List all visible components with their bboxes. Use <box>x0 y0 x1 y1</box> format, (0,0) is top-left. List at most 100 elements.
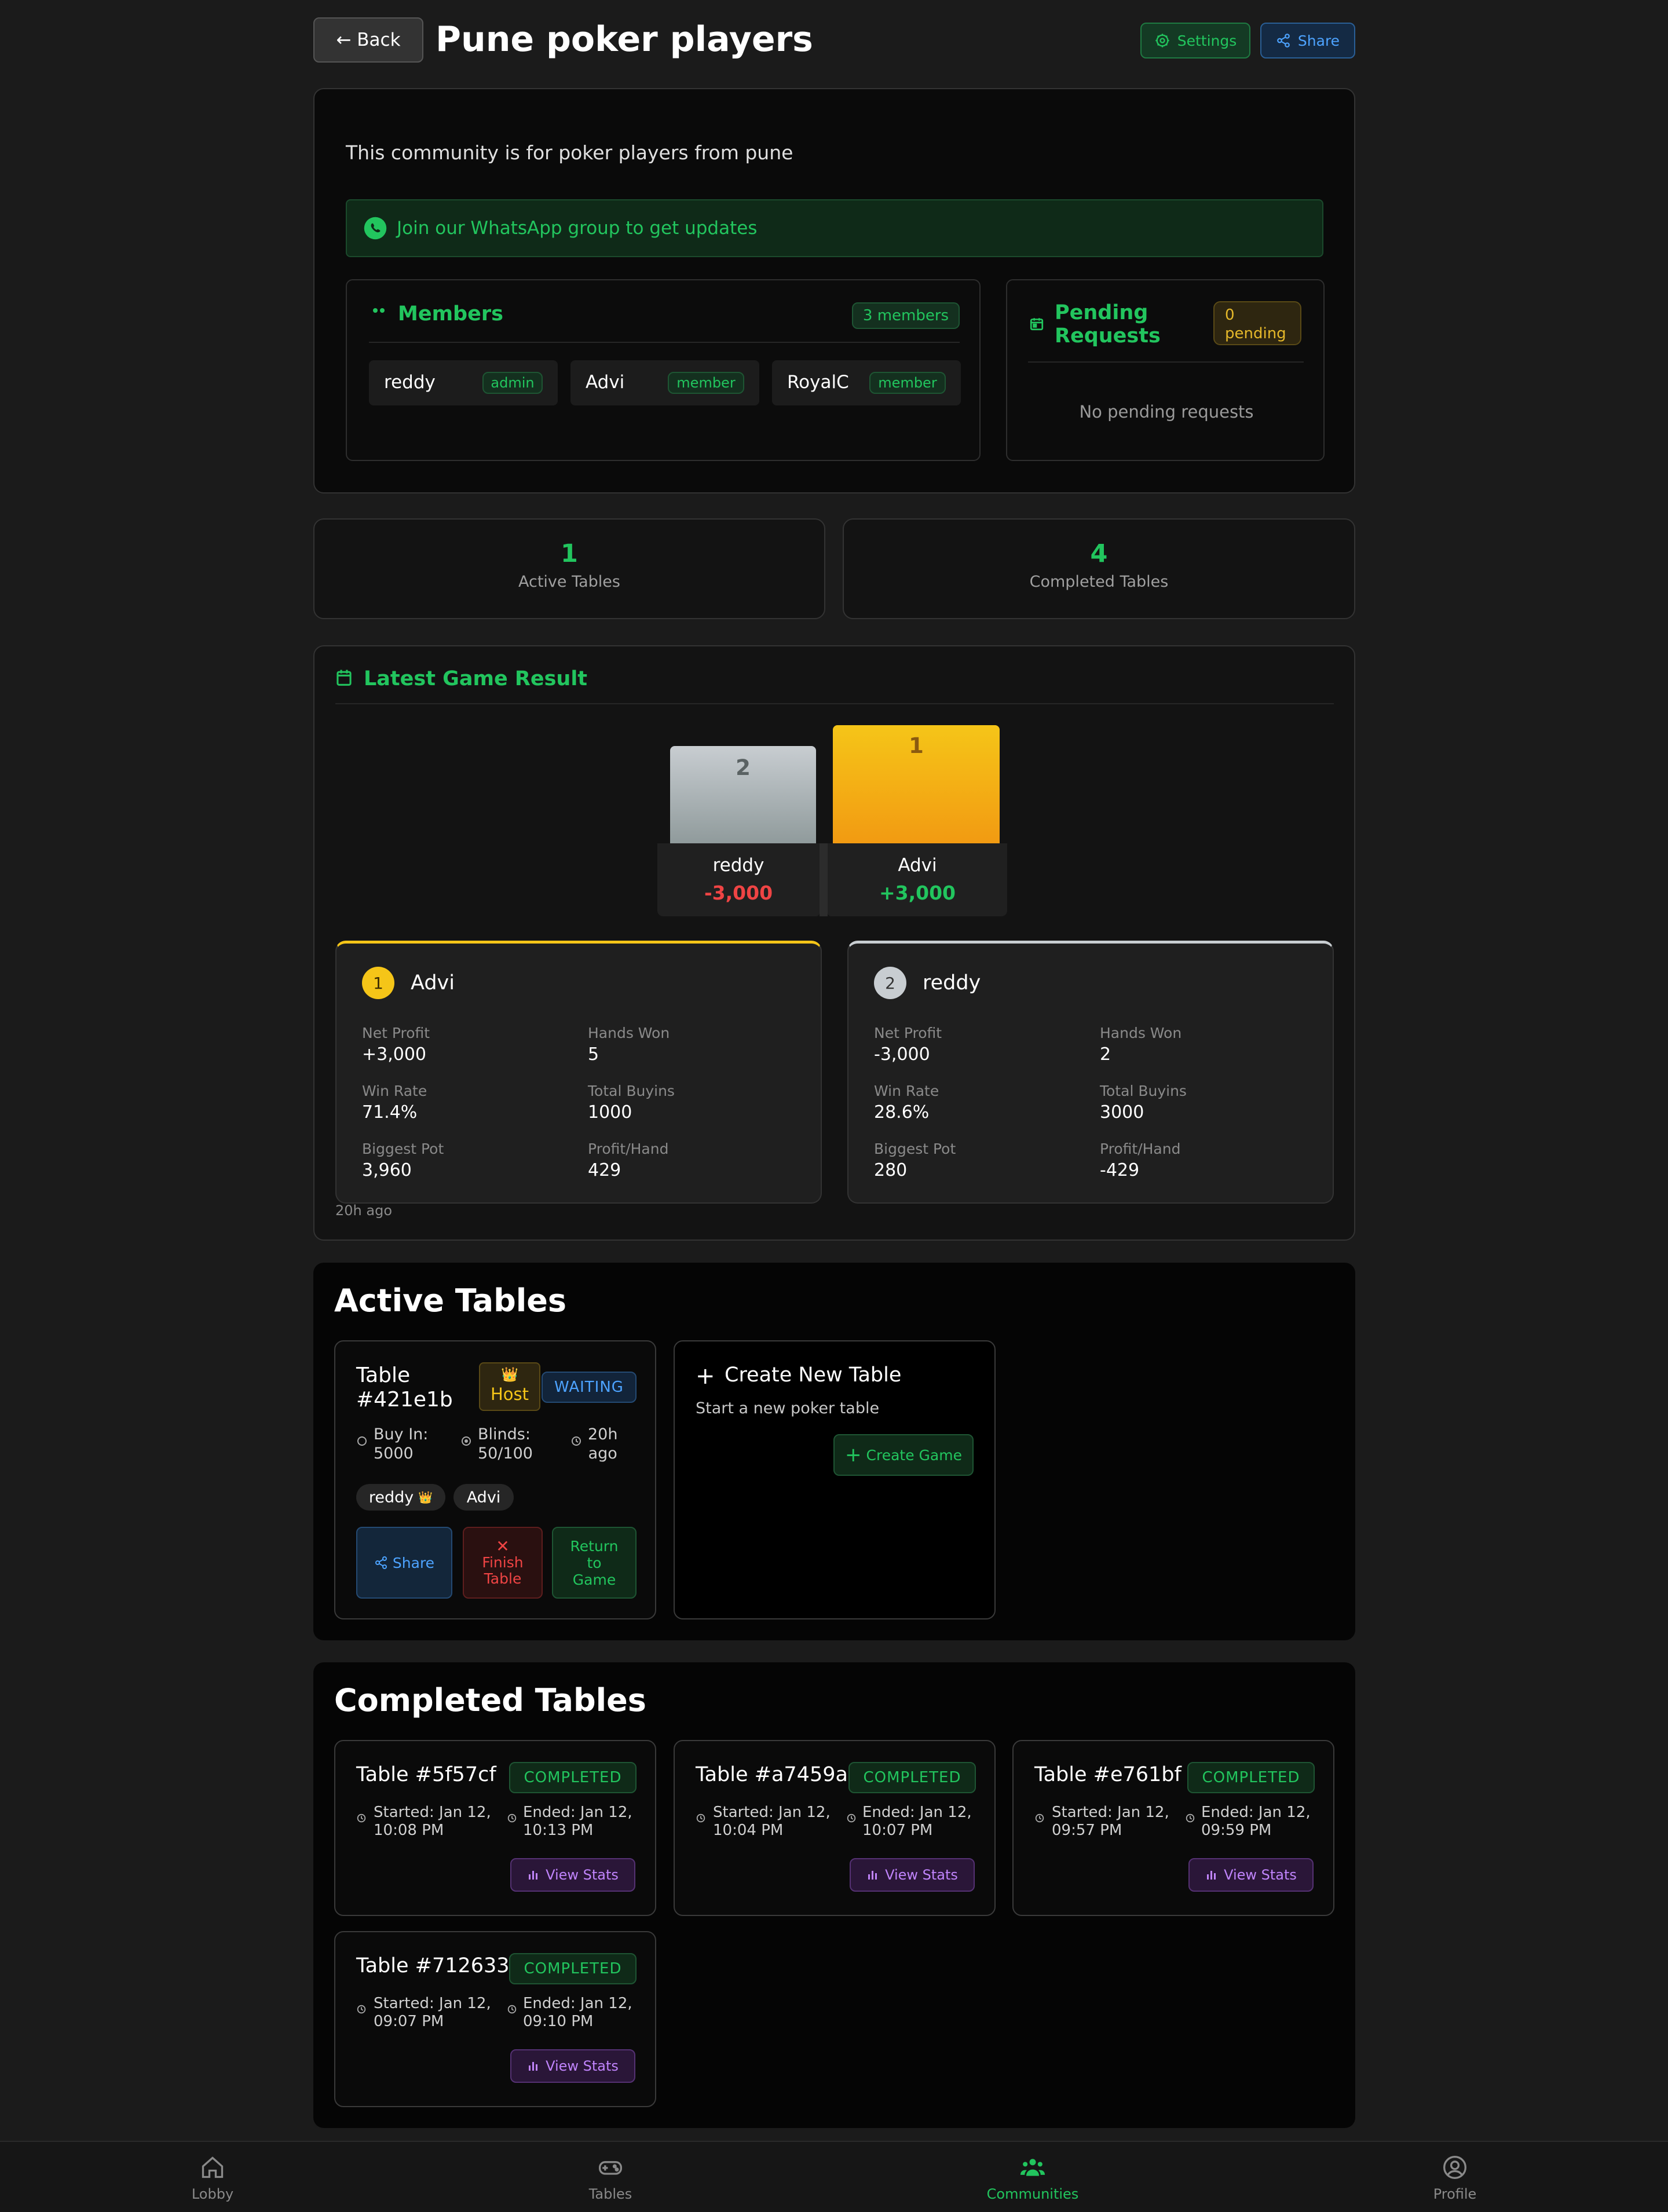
create-table-card[interactable]: + Create New Table Start a new poker tab… <box>674 1340 996 1619</box>
stat-label: Profit/Hand <box>588 1140 669 1157</box>
clock-icon <box>356 2004 367 2014</box>
page-title: Pune poker players <box>436 19 813 60</box>
member-role-badge: admin <box>482 372 543 394</box>
table-name: Table #e761bf <box>1034 1763 1182 1786</box>
completed-tables-heading: Completed Tables <box>334 1682 646 1719</box>
clock-icon <box>696 1813 706 1823</box>
view-stats-button[interactable]: View Stats <box>850 1858 975 1892</box>
rank-circle-silver: 2 <box>874 967 906 999</box>
nav-item-profile[interactable]: Profile <box>1397 2142 1513 2212</box>
nav-label: Tables <box>588 2186 632 2202</box>
completed-tables-label: Completed Tables <box>1029 573 1169 591</box>
podium-rank: 1 <box>909 733 924 758</box>
stat-label: Win Rate <box>362 1083 427 1099</box>
podium-second-block: 2 <box>670 746 816 844</box>
stat-value: 3,960 <box>362 1160 412 1180</box>
clock-icon <box>1034 1813 1045 1823</box>
member-name: reddy <box>384 372 436 393</box>
active-tables-section: Active Tables Table #421e1b 👑 Host WAITI… <box>313 1263 1355 1640</box>
gear-icon <box>1154 32 1170 49</box>
share-label: Share <box>392 1554 435 1571</box>
stat-value: 3000 <box>1100 1102 1144 1123</box>
started-time: Started: Jan 12, 10:08 PM <box>374 1804 491 1839</box>
rank-circle-gold: 1 <box>362 967 394 999</box>
nav-item-communities[interactable]: Communities <box>975 2142 1091 2212</box>
stat-value: 429 <box>588 1160 621 1180</box>
members-panel: Members 3 members reddy admin Advi membe… <box>346 279 981 461</box>
plus-icon: + <box>696 1363 715 1390</box>
whatsapp-text: Join our WhatsApp group to get updates <box>397 218 758 239</box>
home-icon <box>200 2155 225 2180</box>
share-community-button[interactable]: Share <box>1260 23 1355 59</box>
buyin-info: Buy In: 5000 <box>374 1425 429 1463</box>
status-badge-completed: COMPLETED <box>509 1762 637 1793</box>
player-result-card: 2 reddy Net Profit -3,000 Hands Won 2 Wi… <box>847 941 1334 1204</box>
member-chip[interactable]: Advi member <box>570 360 759 405</box>
result-time-ago: 20h ago <box>335 1202 393 1219</box>
completed-table-card[interactable]: Table #712633 COMPLETED Started: Jan 12,… <box>334 1931 656 2107</box>
return-to-game-button[interactable]: Return to Game <box>552 1527 637 1599</box>
member-role-badge: member <box>668 372 744 394</box>
player-name: reddy <box>923 971 981 995</box>
stat-value: +3,000 <box>362 1044 427 1065</box>
clock-icon <box>570 1435 582 1447</box>
share-table-button[interactable]: Share <box>356 1527 452 1599</box>
nav-label: Lobby <box>191 2186 234 2202</box>
target-icon <box>460 1435 472 1447</box>
active-tables-count: 1 <box>561 539 578 568</box>
completed-tables-section: Completed Tables Table #5f57cf COMPLETED… <box>313 1662 1355 2128</box>
completed-tables-count: 4 <box>1090 539 1108 568</box>
nav-item-tables[interactable]: Tables <box>553 2142 668 2212</box>
close-icon: ✕ <box>496 1537 510 1556</box>
member-chip[interactable]: RoyalC member <box>772 360 961 405</box>
stat-value: 5 <box>588 1044 599 1065</box>
back-button[interactable]: ← Back <box>313 17 423 63</box>
stat-value: -3,000 <box>874 1044 930 1065</box>
completed-table-card[interactable]: Table #e761bf COMPLETED Started: Jan 12,… <box>1012 1740 1334 1916</box>
completed-table-card[interactable]: Table #a7459a COMPLETED Started: Jan 12,… <box>674 1740 996 1916</box>
clock-icon <box>507 2004 517 2014</box>
stat-label: Win Rate <box>874 1083 939 1099</box>
member-role-badge: member <box>869 372 946 394</box>
completed-tables-stat: 4 Completed Tables <box>843 518 1355 619</box>
time-info: 20h ago <box>588 1425 618 1463</box>
active-table-card[interactable]: Table #421e1b 👑 Host WAITING Buy In: 500… <box>334 1340 656 1619</box>
member-name: Advi <box>586 372 625 393</box>
view-stats-button[interactable]: View Stats <box>1188 1858 1314 1892</box>
stat-value: 1000 <box>588 1102 632 1123</box>
podium-name: Advi <box>898 855 937 876</box>
calendar-icon <box>1029 316 1044 331</box>
circle-icon <box>356 1435 368 1447</box>
member-chip[interactable]: reddy admin <box>369 360 558 405</box>
crown-icon: 👑 <box>418 1490 433 1504</box>
player-chip: Advi <box>453 1484 514 1511</box>
completed-table-card[interactable]: Table #5f57cf COMPLETED Started: Jan 12,… <box>334 1740 656 1916</box>
podium-profit: +3,000 <box>879 882 956 904</box>
view-stats-button[interactable]: View Stats <box>510 1858 635 1892</box>
nav-item-lobby[interactable]: Lobby <box>155 2142 270 2212</box>
bar-chart-icon <box>527 1869 540 1881</box>
plus-icon: + <box>845 1443 862 1467</box>
create-game-button[interactable]: + Create Game <box>833 1434 974 1476</box>
create-table-subtitle: Start a new poker table <box>696 1399 880 1417</box>
clock-icon <box>1185 1813 1195 1823</box>
bar-chart-icon <box>1205 1869 1218 1881</box>
player-name: Advi <box>411 971 455 995</box>
nav-label: Communities <box>986 2186 1079 2202</box>
view-stats-button[interactable]: View Stats <box>510 2049 635 2083</box>
podium-divider <box>820 843 828 916</box>
stat-value: -429 <box>1100 1160 1140 1180</box>
crown-icon: 👑 <box>501 1366 518 1383</box>
ended-time: Ended: Jan 12, 10:13 PM <box>523 1804 632 1839</box>
share-label: Share <box>1297 32 1340 49</box>
stat-label: Hands Won <box>1100 1025 1182 1041</box>
settings-button[interactable]: Settings <box>1140 23 1250 59</box>
player-chip: reddy 👑 <box>356 1484 445 1511</box>
whatsapp-banner[interactable]: Join our WhatsApp group to get updates <box>346 199 1323 257</box>
podium-second-info: reddy -3,000 <box>657 843 820 916</box>
stat-value: 280 <box>874 1160 908 1180</box>
host-badge: 👑 Host <box>479 1362 540 1411</box>
finish-table-button[interactable]: ✕ Finish Table <box>463 1527 543 1599</box>
members-icon <box>370 306 387 320</box>
table-name: Table #5f57cf <box>356 1763 496 1786</box>
